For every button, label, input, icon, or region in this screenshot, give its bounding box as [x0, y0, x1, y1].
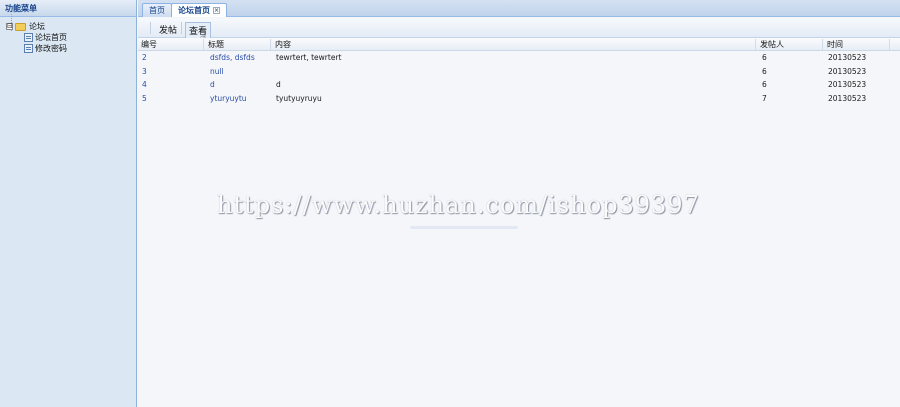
cell-author: 6 [762, 80, 767, 89]
page-icon [24, 33, 33, 42]
tab-label: 首页 [149, 6, 165, 15]
column-header-date[interactable]: 时间 [824, 39, 890, 50]
cell-id: 5 [142, 93, 147, 103]
menu-tree: ⊟ 论坛 论坛首页 修改密码 [0, 14, 136, 54]
cell-content: d [276, 80, 281, 89]
grid-header: 编号 标题 内容 发帖人 时间 [138, 38, 900, 51]
cell-id: 2 [142, 53, 147, 62]
collapse-icon[interactable]: ⊟ [6, 23, 13, 30]
tree-item-change-password[interactable]: 修改密码 [6, 43, 136, 54]
table-row[interactable]: 3 null 6 20130523 [138, 65, 900, 79]
toolbar-separator [150, 22, 151, 34]
decorative-bar [410, 226, 518, 229]
toolbar-separator [181, 22, 182, 34]
toolbar: 发帖 查看 [138, 18, 900, 39]
cell-author: 6 [762, 66, 767, 76]
column-header-id[interactable]: 编号 [138, 39, 204, 50]
post-button[interactable]: 发帖 [156, 22, 180, 37]
cell-date: 20130523 [828, 66, 867, 76]
table-row[interactable]: 4 d d 6 20130523 [138, 78, 900, 92]
table-row[interactable]: 2 dsfds, dsfds tewrtert, tewrtert 6 2013… [138, 51, 900, 65]
tree-item-label: 论坛首页 [35, 33, 67, 42]
cell-content: tewrtert, tewrtert [276, 53, 342, 62]
watermark-text: https://www.huzhan.com/ishop39397 [217, 191, 700, 219]
view-button[interactable]: 查看 [185, 22, 212, 39]
tree-node-label: 论坛 [29, 22, 45, 31]
folder-icon [15, 22, 26, 31]
tab-bar: 首页 论坛首页 × [138, 0, 900, 17]
tree-node-forum[interactable]: ⊟ 论坛 [6, 21, 136, 32]
cell-content: tyutyuyruyu [276, 93, 322, 103]
close-icon[interactable]: × [213, 7, 220, 14]
tab-home[interactable]: 首页 [142, 3, 172, 17]
column-header-title[interactable]: 标题 [205, 39, 271, 50]
page-icon [24, 44, 33, 53]
cell-id: 4 [142, 80, 147, 89]
tree-item-forum-home[interactable]: 论坛首页 [6, 32, 136, 43]
menu-title: 功能菜单 [0, 0, 136, 17]
left-menu-panel: 功能菜单 ⊟ 论坛 论坛首页 修改密码 [0, 0, 137, 407]
cell-author: 6 [762, 53, 767, 62]
tab-forum-home[interactable]: 论坛首页 × [171, 3, 227, 17]
cell-id: 3 [142, 66, 147, 76]
tab-label: 论坛首页 [178, 6, 210, 15]
cell-author: 7 [762, 93, 767, 103]
cell-date: 20130523 [828, 93, 867, 103]
cell-title: d [210, 80, 215, 89]
table-row[interactable]: 5 yturyuytu tyutyuyruyu 7 20130523 [138, 92, 900, 106]
forum-grid: 编号 标题 内容 发帖人 时间 2 dsfds, dsfds tewrtert,… [138, 38, 900, 105]
column-header-content[interactable]: 内容 [272, 39, 756, 50]
tree-item-label: 修改密码 [35, 44, 67, 53]
cell-title: yturyuytu [210, 93, 247, 103]
cell-date: 20130523 [828, 53, 867, 62]
cell-title: dsfds, dsfds [210, 53, 255, 62]
cell-date: 20130523 [828, 80, 867, 89]
cell-title: null [210, 66, 224, 76]
column-header-author[interactable]: 发帖人 [757, 39, 823, 50]
